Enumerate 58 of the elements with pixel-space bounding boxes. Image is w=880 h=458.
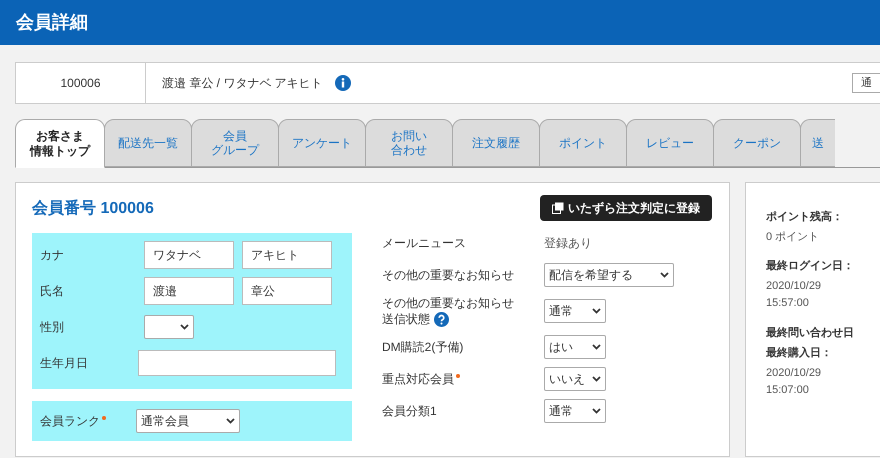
member-name: 渡邉 章公 / ワタナベ アキヒト	[162, 75, 323, 92]
caret-icon	[592, 376, 601, 382]
copy-icon	[552, 202, 564, 214]
select-field[interactable]: 通常会員	[136, 409, 240, 433]
tab[interactable]: 注文履歴	[452, 119, 540, 167]
input-field[interactable]: 渡邉	[144, 277, 234, 305]
select-field[interactable]: 通常	[544, 399, 606, 424]
field-label: その他の重要なお知らせ	[382, 295, 514, 312]
caret-icon	[592, 408, 601, 414]
info-label: 最終ログイン日：	[766, 259, 855, 274]
select-field[interactable]: いいえ	[544, 367, 606, 392]
tab[interactable]: 配送先一覧	[104, 119, 192, 167]
caret-icon	[180, 324, 189, 330]
member-id: 100006	[16, 63, 146, 103]
select-field[interactable]	[144, 315, 194, 339]
tab[interactable]: 会員 グループ	[191, 119, 279, 167]
info-label: 最終購入日：	[766, 346, 833, 362]
tab[interactable]: お問い 合わせ	[365, 119, 453, 167]
member-number-heading: 会員番号 100006	[32, 198, 155, 219]
tab[interactable]: クーポン	[713, 119, 801, 167]
register-button[interactable]: いたずら注文判定に登録	[540, 195, 712, 221]
field-label: 会員分類1	[382, 403, 437, 420]
info-label: 最終問い合わせ日	[766, 326, 855, 341]
select-field[interactable]: 通常	[544, 299, 606, 324]
info-value: 0 ポイント	[766, 230, 820, 244]
field-value: 登録あり	[544, 235, 592, 252]
tab[interactable]: レビュー	[626, 119, 714, 167]
field-label: 氏名	[40, 283, 65, 300]
input-field[interactable]: 章公	[242, 277, 332, 305]
input-field[interactable]: ワタナベ	[144, 241, 234, 269]
page-title: 会員詳細	[16, 11, 88, 34]
field-label: 性別	[40, 319, 65, 336]
select-field[interactable]: 配信を希望する	[544, 263, 674, 287]
field-label: 会員ランク	[40, 413, 100, 430]
field-label: 重点対応会員	[382, 371, 454, 388]
input-field[interactable]	[138, 350, 336, 376]
info-icon[interactable]	[334, 75, 351, 91]
tab[interactable]: アンケート	[278, 119, 366, 167]
caret-icon	[592, 344, 601, 350]
tab[interactable]: お客さま 情報トップ	[15, 119, 105, 168]
caret-icon	[226, 418, 235, 424]
help-icon[interactable]	[434, 312, 449, 327]
tab[interactable]: 送	[800, 119, 835, 167]
field-label: DM購読2(予備)	[382, 339, 464, 356]
input-field[interactable]: アキヒト	[242, 241, 332, 269]
field-label: カナ	[40, 247, 65, 264]
caret-icon	[592, 308, 601, 314]
tab[interactable]: ポイント	[539, 119, 627, 167]
info-label: ポイント残高：	[766, 210, 844, 225]
caret-icon	[660, 272, 669, 278]
field-label: 送信状態	[382, 311, 430, 328]
field-label: 生年月日	[40, 355, 89, 372]
select-field[interactable]: はい	[544, 335, 606, 360]
field-label: メールニュース	[382, 234, 466, 252]
field-label: その他の重要なお知らせ	[382, 266, 514, 284]
info-value: 2020/10/29 15:57:00	[766, 278, 822, 312]
status-select[interactable]: 通	[852, 73, 880, 93]
info-value: 2020/10/29 15:07:00	[766, 366, 822, 398]
